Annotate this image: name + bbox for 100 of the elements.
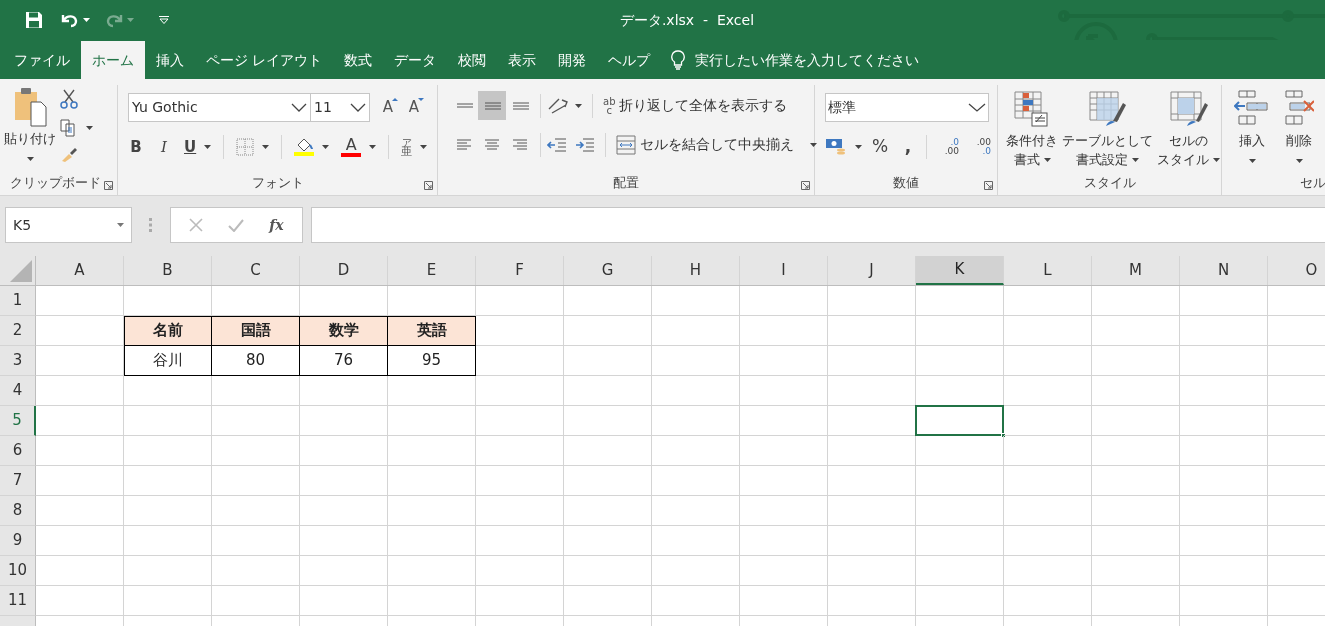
cells-button[interactable]: 削除 [1284, 89, 1314, 171]
grid-cell[interactable] [564, 556, 652, 586]
column-header[interactable]: B [124, 256, 212, 285]
grid-cell[interactable] [828, 586, 916, 616]
grid-cell[interactable] [1180, 526, 1268, 556]
grid-cell[interactable] [388, 466, 476, 496]
grid-cell[interactable] [300, 586, 388, 616]
grid-cell[interactable] [1092, 376, 1180, 406]
grid-cell[interactable] [652, 346, 740, 376]
grid-cell[interactable] [1180, 556, 1268, 586]
grid-cell[interactable] [124, 376, 212, 406]
name-box[interactable]: K5 [5, 207, 132, 243]
grid-cell[interactable] [564, 346, 652, 376]
grid-cell[interactable] [564, 376, 652, 406]
dialog-launcher-icon[interactable] [984, 181, 993, 190]
grid-cell[interactable] [1004, 406, 1092, 436]
dialog-launcher-icon[interactable] [801, 181, 810, 190]
select-all-icon[interactable] [10, 260, 32, 282]
ribbon-tab[interactable]: 校閲 [447, 41, 498, 79]
grid-cell[interactable] [476, 466, 564, 496]
grid-cell[interactable] [828, 346, 916, 376]
grid-cell[interactable] [300, 556, 388, 586]
grid-cell[interactable] [740, 316, 828, 346]
grid-cell[interactable] [36, 346, 124, 376]
cell-style-button[interactable]: 条件付き 書式 [1004, 87, 1060, 171]
column-header[interactable]: C [212, 256, 300, 285]
grid-cell[interactable] [124, 406, 212, 436]
grow-font-button[interactable]: A [378, 96, 398, 119]
merge-center-button[interactable]: セルを結合して中央揃え [616, 134, 817, 155]
ribbon-tab[interactable]: 表示 [497, 41, 548, 79]
grid-cell[interactable] [916, 316, 1004, 346]
grid-cell[interactable] [916, 586, 1004, 616]
row-header[interactable]: 3 [0, 346, 36, 376]
grid-cell[interactable] [36, 556, 124, 586]
grid-cell[interactable] [1004, 466, 1092, 496]
grid-cell[interactable] [212, 436, 300, 466]
grid-cell[interactable] [564, 436, 652, 466]
grid-cell[interactable] [36, 406, 124, 436]
grid-cell[interactable] [1092, 286, 1180, 316]
grid-cell[interactable] [916, 346, 1004, 376]
increase-indent-icon[interactable] [575, 136, 595, 153]
grid-cell[interactable] [124, 556, 212, 586]
grid-cell[interactable] [300, 496, 388, 526]
grid-cell[interactable] [212, 406, 300, 436]
cell-style-button[interactable]: テーブルとして 書式設定 [1060, 87, 1155, 171]
grid-cell[interactable] [388, 406, 476, 436]
grid-cell[interactable] [476, 376, 564, 406]
grid-cell[interactable] [212, 556, 300, 586]
grid-cell[interactable] [388, 496, 476, 526]
row-header[interactable]: 11 [0, 586, 36, 616]
decrease-decimal-button[interactable]: .00 .0 [967, 137, 991, 156]
ribbon-tab[interactable]: データ [383, 41, 448, 79]
grid-cell[interactable] [1180, 436, 1268, 466]
grid-cell[interactable] [476, 286, 564, 316]
grid-cell[interactable] [564, 586, 652, 616]
grid-cell[interactable] [1004, 376, 1092, 406]
grid-cell[interactable] [916, 556, 1004, 586]
grid-cell[interactable] [1180, 316, 1268, 346]
grid-cell[interactable] [564, 316, 652, 346]
grid-cell[interactable] [124, 466, 212, 496]
grid-cell[interactable] [740, 496, 828, 526]
row-header[interactable]: 4 [0, 376, 36, 406]
ribbon-tab[interactable]: 開発 [547, 41, 598, 79]
grid-cell[interactable] [916, 286, 1004, 316]
grid-cell[interactable] [828, 496, 916, 526]
grid-cell[interactable] [828, 376, 916, 406]
row-header[interactable]: 5 [0, 406, 36, 436]
grid-cell[interactable] [36, 496, 124, 526]
grid-cell[interactable] [828, 556, 916, 586]
dialog-launcher-icon[interactable] [104, 181, 113, 190]
vertical-align-button[interactable] [478, 91, 506, 120]
undo-button[interactable] [60, 12, 90, 28]
percent-button[interactable]: % [870, 133, 890, 160]
row-header[interactable]: 9 [0, 526, 36, 556]
dialog-launcher-icon[interactable] [424, 181, 433, 190]
grid-cell[interactable] [476, 346, 564, 376]
row-header[interactable]: 6 [0, 436, 36, 466]
grid-cell[interactable] [652, 496, 740, 526]
grid-cell[interactable] [828, 466, 916, 496]
grid-cell[interactable] [36, 376, 124, 406]
grid-cell[interactable] [564, 406, 652, 436]
decrease-indent-icon[interactable] [547, 136, 567, 153]
column-header[interactable]: I [740, 256, 828, 285]
grid-cell[interactable] [476, 496, 564, 526]
grid-cell[interactable] [828, 316, 916, 346]
grid-cell[interactable] [476, 586, 564, 616]
grid-cell[interactable] [476, 526, 564, 556]
cells-button[interactable]: 挿入 [1234, 89, 1270, 171]
grid-cell[interactable] [1180, 586, 1268, 616]
currency-button[interactable] [825, 136, 862, 157]
underline-button[interactable]: U [184, 135, 212, 159]
column-header[interactable]: D [300, 256, 388, 285]
grid-cell[interactable] [212, 466, 300, 496]
borders-button[interactable] [236, 138, 270, 156]
column-header[interactable]: A [36, 256, 124, 285]
ribbon-tab[interactable]: 数式 [333, 41, 384, 79]
grid-cell[interactable] [388, 376, 476, 406]
grid-cell[interactable] [388, 436, 476, 466]
grid-cell[interactable] [388, 556, 476, 586]
ribbon-tab[interactable]: ページ レイアウト [195, 41, 334, 79]
